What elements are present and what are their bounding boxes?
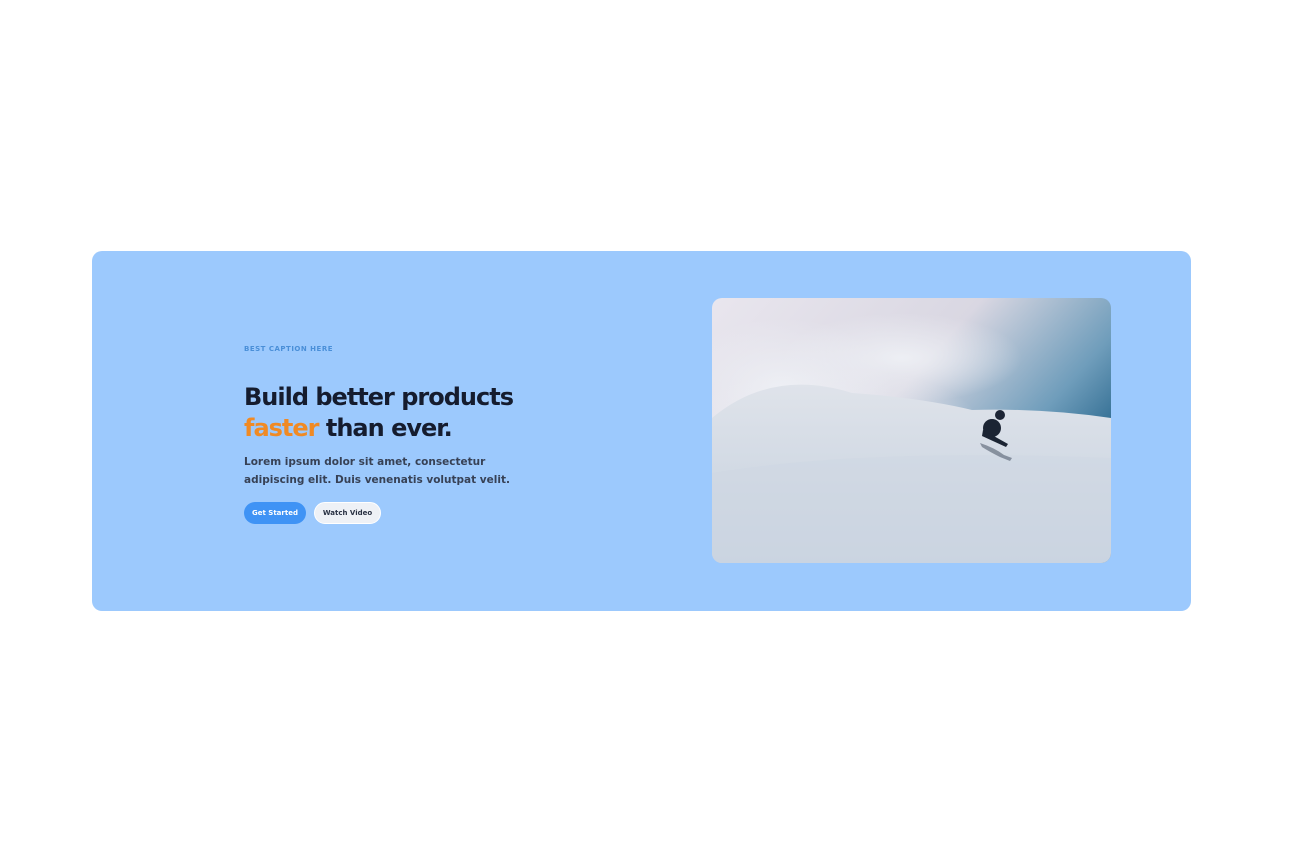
hero-headline: Build better products faster than ever. xyxy=(244,382,544,444)
hero-actions: Get Started Watch Video xyxy=(244,502,381,524)
watch-video-button[interactable]: Watch Video xyxy=(314,502,381,524)
headline-line1: Build better products xyxy=(244,383,514,411)
skier-photo xyxy=(712,298,1111,563)
headline-accent: faster xyxy=(244,414,320,442)
headline-rest: than ever. xyxy=(318,414,453,442)
get-started-button[interactable]: Get Started xyxy=(244,502,306,524)
hero-section: BEST CAPTION HERE Build better products … xyxy=(92,251,1191,611)
hero-content: BEST CAPTION HERE Build better products … xyxy=(244,251,544,611)
hero-description: Lorem ipsum dolor sit amet, consectetur … xyxy=(244,456,510,486)
hero-caption: BEST CAPTION HERE xyxy=(244,345,333,353)
hero-image xyxy=(712,298,1111,563)
